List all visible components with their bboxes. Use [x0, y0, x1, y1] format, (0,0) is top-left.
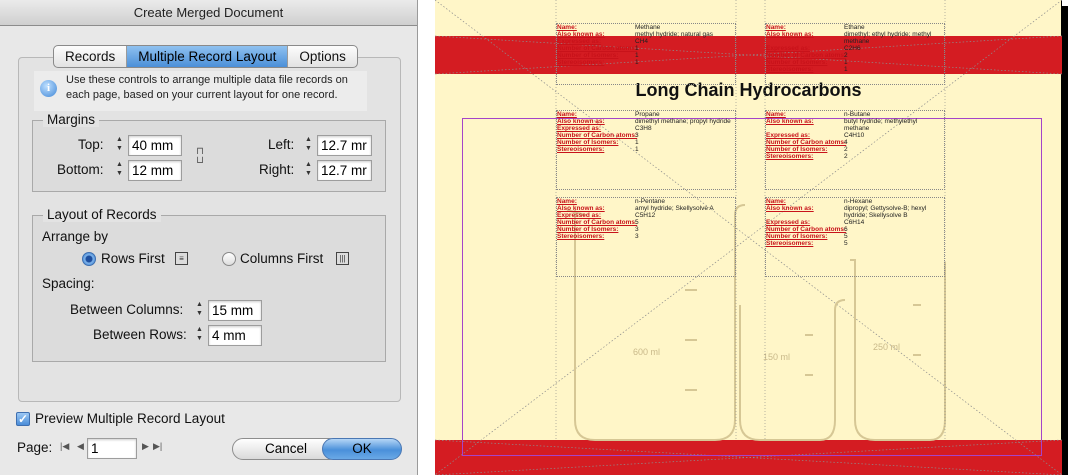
right-margin-field[interactable]: 12.7 mr	[317, 160, 372, 181]
top-margin-field[interactable]: 40 mm	[128, 135, 182, 156]
between-columns-field[interactable]: 15 mm	[208, 300, 262, 321]
ok-button[interactable]: OK	[322, 438, 402, 460]
layout-preview: 600 ml 150 ml 250 ml Long Chain Hydrocar…	[435, 0, 1072, 475]
merge-dialog: Create Merged Document Records Multiple …	[0, 0, 418, 475]
layout-title: Layout of Records	[43, 207, 161, 222]
preview-label[interactable]: Preview Multiple Record Layout	[35, 411, 225, 426]
columns-first-label[interactable]: Columns First	[240, 251, 323, 266]
left-label: Left:	[268, 137, 295, 152]
preview-checkbox[interactable]: ✓	[16, 412, 30, 426]
chain-link-icon[interactable]: ⊓ ⊔	[194, 147, 206, 166]
left-margin-field[interactable]: 12.7 mr	[317, 135, 372, 156]
bottom-stepper[interactable]: ▲ ▼	[114, 160, 125, 180]
rows-first-icon: ≡	[175, 252, 188, 265]
info-box: i Use these controls to arrange multiple…	[34, 71, 367, 111]
between-columns-label: Between Columns:	[70, 302, 184, 317]
page-label: Page:	[17, 440, 53, 455]
columns-first-icon: |||	[336, 252, 349, 265]
spacing-label: Spacing:	[42, 276, 95, 291]
page-shadow	[1062, 6, 1068, 475]
page-number-field[interactable]: 1	[87, 438, 137, 459]
bottom-margin-field[interactable]: 12 mm	[128, 160, 182, 181]
tab-bar: Records Multiple Record Layout Options	[53, 45, 358, 68]
top-label: Top:	[78, 137, 104, 152]
tab-records[interactable]: Records	[54, 46, 128, 67]
rows-first-radio[interactable]	[82, 252, 96, 266]
between-rows-stepper[interactable]: ▲ ▼	[194, 325, 205, 345]
prev-page-icon[interactable]: ◀	[77, 441, 84, 452]
next-page-icon[interactable]: ▶	[142, 441, 149, 452]
between-rows-label: Between Rows:	[93, 327, 187, 342]
between-columns-stepper[interactable]: ▲ ▼	[194, 300, 205, 320]
left-stepper[interactable]: ▲ ▼	[303, 135, 314, 155]
preview-page: 600 ml 150 ml 250 ml Long Chain Hydrocar…	[435, 0, 1062, 475]
info-text: Use these controls to arrange multiple d…	[66, 74, 348, 101]
last-page-icon[interactable]: ▶|	[153, 441, 162, 452]
right-stepper[interactable]: ▲ ▼	[303, 160, 314, 180]
arrange-by-label: Arrange by	[42, 229, 109, 244]
rows-first-label[interactable]: Rows First	[101, 251, 165, 266]
top-stepper[interactable]: ▲ ▼	[114, 135, 125, 155]
info-icon: i	[40, 80, 57, 97]
right-label: Right:	[259, 162, 295, 177]
tab-multiple-record-layout[interactable]: Multiple Record Layout	[127, 46, 289, 67]
margins-title: Margins	[43, 112, 100, 127]
first-page-icon[interactable]: |◀	[60, 441, 69, 452]
dialog-title: Create Merged Document	[0, 0, 417, 26]
columns-first-radio[interactable]	[222, 252, 236, 266]
column-guides	[555, 0, 946, 440]
tab-options[interactable]: Options	[288, 46, 357, 67]
between-rows-field[interactable]: 4 mm	[208, 325, 262, 346]
bottom-label: Bottom:	[57, 162, 104, 177]
margins-group: Margins	[32, 112, 386, 192]
